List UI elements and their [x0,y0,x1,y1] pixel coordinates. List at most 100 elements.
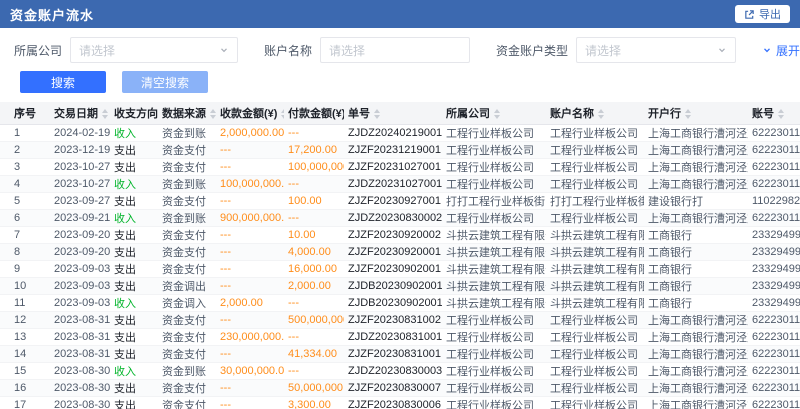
column-header-order_no[interactable]: 单号 [344,102,442,124]
cell-order_no: ZJDB20230902001 [344,277,442,294]
cell-account_no: 62223011 [748,209,800,226]
table-row: 52023-09-27支出资金支付---100.00ZJZF2023092700… [0,192,800,209]
table-row: 42023-10-27收入资金到账100,000,000.00---ZJDZ20… [0,175,800,192]
column-header-receipt[interactable]: 收款金额(¥) [216,102,284,124]
cell-account_no: 23329499 [748,226,800,243]
cell-account_no: 62223011 [748,379,800,396]
cell-payment: 50,000,000.00 [284,379,344,396]
cell-bank: 上海工商银行漕河泾支行 [644,158,748,175]
app-root: 资金账户流水 导出 所属公司 请选择 账户名称 请选择 [0,0,800,409]
cell-account_no: 62223011 [748,124,800,141]
cell-no: 3 [0,158,50,175]
cell-account: 工程行业样板公司 [546,311,644,328]
company-select[interactable]: 请选择 [70,37,238,63]
cell-receipt: --- [216,345,284,362]
cell-account: 斗拱云建筑工程有限公司 [546,277,644,294]
cell-order_no: ZJZF20230902001 [344,260,442,277]
cell-account_no: 23329499 [748,294,800,311]
cell-direction: 支出 [110,260,158,277]
cell-bank: 上海工商银行漕河泾支行 [644,328,748,345]
company-filter-label: 所属公司 [14,42,62,59]
cell-receipt: 2,000,000.00 [216,124,284,141]
cell-account: 工程行业样板公司 [546,141,644,158]
cell-account: 斗拱云建筑工程有限公司 [546,294,644,311]
expand-filter-label: 展开筛选 [776,42,800,59]
cell-bank: 工商银行 [644,243,748,260]
sort-icon[interactable] [210,109,216,119]
column-header-bank[interactable]: 开户行 [644,102,748,124]
filter-bar: 所属公司 请选择 账户名称 请选择 资金账户类型 请选择 [0,28,800,68]
account-name-input[interactable]: 请选择 [320,37,470,63]
sort-icon[interactable] [778,109,784,119]
cell-company: 斗拱云建筑工程有限公司 [442,226,546,243]
cell-order_no: ZJDB20230902001 [344,294,442,311]
cell-source: 资金支付 [158,328,216,345]
cell-account_no: 23329499 [748,260,800,277]
column-header-direction[interactable]: 收支方向 [110,102,158,124]
cell-date: 2023-08-31 [50,345,110,362]
sort-icon[interactable] [281,109,284,119]
search-button[interactable]: 搜索 [20,71,106,93]
cell-direction: 收入 [110,209,158,226]
cell-no: 6 [0,209,50,226]
column-label: 单号 [348,108,370,120]
cell-order_no: ZJZF20230831002 [344,311,442,328]
cell-source: 资金调入 [158,294,216,311]
cell-payment: --- [284,362,344,379]
cell-date: 2023-10-27 [50,158,110,175]
cell-company: 斗拱云建筑工程有限公司 [442,243,546,260]
cell-source: 资金到账 [158,209,216,226]
table-row: 22023-12-19支出资金支付---17,200.00ZJZF2023121… [0,141,800,158]
sort-icon[interactable] [102,109,108,119]
table-row: 142023-08-31支出资金支付---41,334.00ZJZF202308… [0,345,800,362]
cell-account: 打打工程行业样板街 [546,192,644,209]
column-header-company[interactable]: 所属公司 [442,102,546,124]
cell-direction: 收入 [110,124,158,141]
cell-order_no: ZJZF20230830007 [344,379,442,396]
cell-order_no: ZJDZ20231027001 [344,175,442,192]
cell-company: 打打工程行业样板街 [442,192,546,209]
sort-icon[interactable] [374,109,380,119]
cell-bank: 工商银行 [644,226,748,243]
company-filter: 所属公司 请选择 [14,37,238,63]
sort-icon[interactable] [494,109,500,119]
cell-source: 资金支付 [158,226,216,243]
cell-receipt: 2,000.00 [216,294,284,311]
expand-filter-link[interactable]: 展开筛选 [762,42,800,59]
column-header-payment[interactable]: 付款金额(¥) [284,102,344,124]
column-label: 数据来源 [162,108,206,120]
cell-company: 工程行业样板公司 [442,141,546,158]
cell-payment: 41,334.00 [284,345,344,362]
cell-source: 资金支付 [158,311,216,328]
column-header-source[interactable]: 数据来源 [158,102,216,124]
cell-order_no: ZJZF20230830006 [344,396,442,409]
cell-date: 2023-08-31 [50,328,110,345]
cell-company: 工程行业样板公司 [442,311,546,328]
cell-order_no: ZJZF20231219001 [344,141,442,158]
cell-order_no: ZJZF20230927001 [344,192,442,209]
cell-receipt: 30,000,000.00 [216,362,284,379]
column-header-account_no[interactable]: 账号 [748,102,800,124]
cell-order_no: ZJZF20230920002 [344,226,442,243]
cell-bank: 工商银行 [644,294,748,311]
sort-icon[interactable] [598,109,604,119]
export-button[interactable]: 导出 [735,5,790,23]
cell-date: 2023-08-30 [50,379,110,396]
column-header-account[interactable]: 账户名称 [546,102,644,124]
cell-account: 工程行业样板公司 [546,209,644,226]
cell-payment: 16,000.00 [284,260,344,277]
cell-account: 工程行业样板公司 [546,158,644,175]
sort-icon[interactable] [685,109,691,119]
cell-account: 斗拱云建筑工程有限公司 [546,243,644,260]
cell-account: 工程行业样板公司 [546,124,644,141]
cell-direction: 支出 [110,277,158,294]
clear-search-button[interactable]: 清空搜索 [122,71,208,93]
cell-account_no: 11022982 [748,192,800,209]
cell-no: 1 [0,124,50,141]
cell-bank: 上海工商银行漕河泾支行 [644,396,748,409]
cell-account: 工程行业样板公司 [546,362,644,379]
cell-no: 11 [0,294,50,311]
cell-direction: 支出 [110,141,158,158]
column-header-date[interactable]: 交易日期 [50,102,110,124]
account-type-select[interactable]: 请选择 [576,37,736,63]
